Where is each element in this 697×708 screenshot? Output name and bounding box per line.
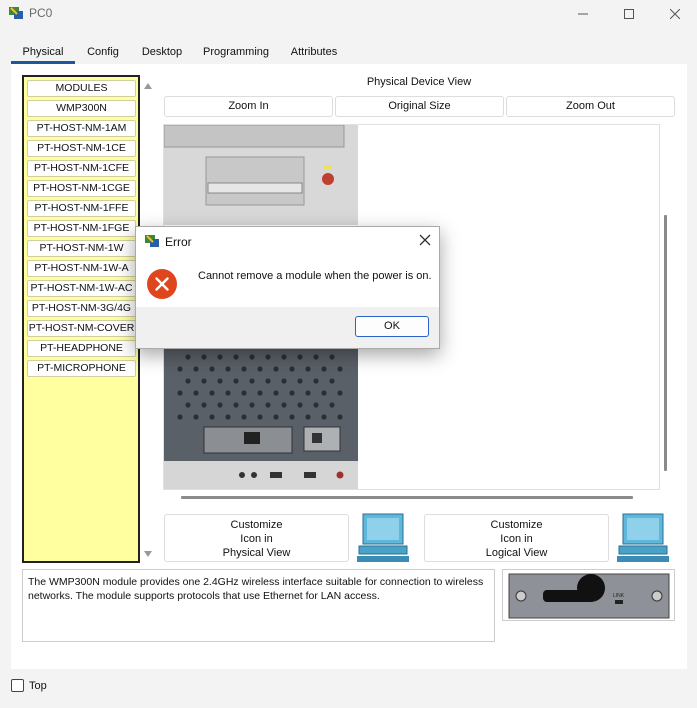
module-item[interactable]: PT-HOST-NM-COVER — [27, 320, 136, 337]
tab-attributes[interactable]: Attributes — [281, 42, 347, 64]
module-preview-image: LINK — [502, 569, 675, 621]
scroll-up-arrow-icon[interactable] — [144, 83, 152, 89]
title-bar: PC0 — [0, 0, 697, 28]
maximize-button[interactable] — [606, 0, 652, 28]
module-description: The WMP300N module provides one 2.4GHz w… — [22, 569, 495, 642]
customize-physical-line3: Physical View — [222, 547, 291, 559]
customize-physical-line1: Customize — [230, 519, 283, 531]
scroll-down-arrow-icon[interactable] — [144, 551, 152, 557]
customize-physical-icon-button[interactable]: Customize Icon in Physical View — [164, 514, 349, 562]
minimize-button[interactable] — [560, 0, 606, 28]
customize-physical-line2: Icon in — [240, 533, 273, 545]
module-item[interactable]: PT-HOST-NM-1CGE — [27, 180, 136, 197]
module-item[interactable]: MODULES — [27, 80, 136, 97]
dialog-message: Cannot remove a module when the power is… — [198, 270, 432, 282]
customize-logical-line2: Icon in — [500, 533, 533, 545]
customize-logical-line3: Logical View — [485, 547, 548, 559]
packet-tracer-icon — [145, 235, 159, 247]
pc-physical-icon — [357, 513, 409, 562]
wireless-module-image: LINK — [508, 573, 670, 619]
ok-button[interactable]: OK — [355, 316, 429, 337]
module-item[interactable]: PT-HOST-NM-1FGE — [27, 220, 136, 237]
zoom-out-button[interactable]: Zoom Out — [506, 96, 675, 117]
module-item[interactable]: PT-HOST-NM-1FFE — [27, 200, 136, 217]
pc-logical-icon — [617, 513, 669, 562]
maximize-icon — [624, 9, 634, 19]
module-item[interactable]: PT-HOST-NM-1W — [27, 240, 136, 257]
module-item[interactable]: PT-HOST-NM-3G/4G — [27, 300, 136, 317]
dialog-close-icon[interactable] — [418, 233, 432, 247]
modules-list[interactable]: MODULES WMP300N PT-HOST-NM-1AM PT-HOST-N… — [22, 75, 140, 563]
window-title: PC0 — [29, 6, 53, 20]
error-icon — [147, 269, 177, 299]
module-item[interactable]: PT-HEADPHONE — [27, 340, 136, 357]
physical-device-view-title: Physical Device View — [366, 76, 472, 88]
top-checkbox[interactable] — [11, 679, 24, 692]
module-item[interactable]: WMP300N — [27, 100, 136, 117]
zoom-in-button[interactable]: Zoom In — [164, 96, 333, 117]
close-button[interactable] — [652, 0, 697, 28]
packet-tracer-icon — [9, 7, 23, 19]
module-item[interactable]: PT-HOST-NM-1CFE — [27, 160, 136, 177]
device-view-hscroll-thumb[interactable] — [181, 496, 633, 499]
customize-logical-line1: Customize — [490, 519, 543, 531]
customize-logical-icon-button[interactable]: Customize Icon in Logical View — [424, 514, 609, 562]
close-icon — [670, 9, 680, 19]
device-view-vscroll-thumb[interactable] — [664, 215, 667, 471]
dialog-title: Error — [165, 235, 192, 249]
module-item[interactable]: PT-MICROPHONE — [27, 360, 136, 377]
minimize-icon — [578, 13, 588, 15]
original-size-button[interactable]: Original Size — [335, 96, 504, 117]
tab-desktop[interactable]: Desktop — [133, 42, 191, 64]
module-item[interactable]: PT-HOST-NM-1AM — [27, 120, 136, 137]
error-dialog: Error Cannot remove a module when the po… — [135, 226, 440, 349]
link-label: LINK — [613, 593, 625, 599]
tab-programming[interactable]: Programming — [196, 42, 276, 64]
tab-config[interactable]: Config — [78, 42, 128, 64]
top-checkbox-label: Top — [29, 680, 47, 692]
module-item[interactable]: PT-HOST-NM-1W-A — [27, 260, 136, 277]
module-item[interactable]: PT-HOST-NM-1CE — [27, 140, 136, 157]
module-item[interactable]: PT-HOST-NM-1W-AC — [27, 280, 136, 297]
